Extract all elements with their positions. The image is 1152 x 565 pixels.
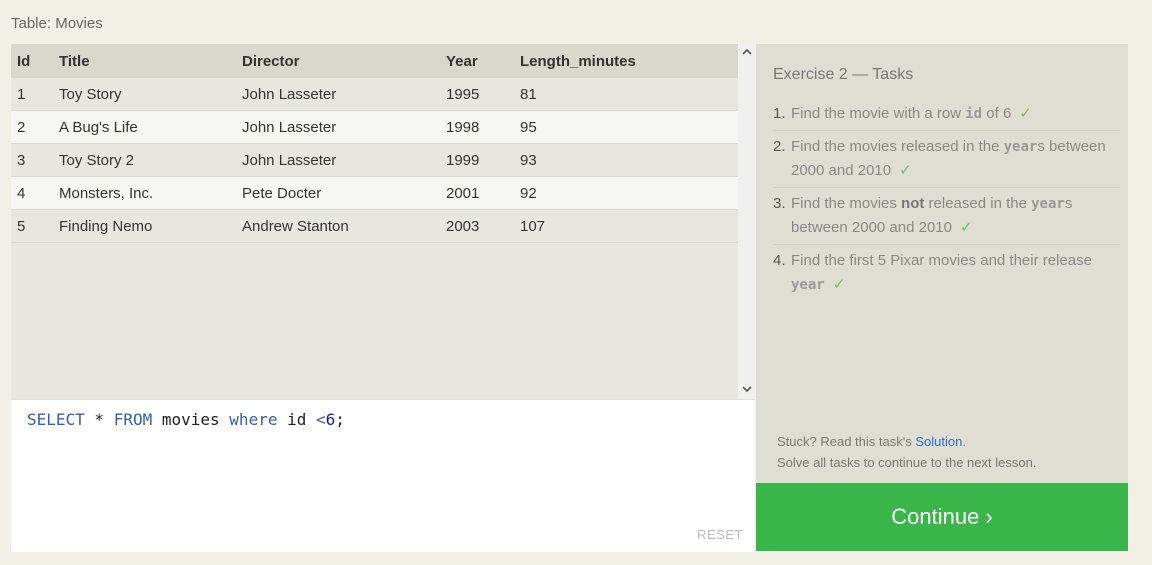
query-star: * [84, 410, 114, 429]
help-text: Stuck? Read this task's Solution. Solve … [777, 431, 1036, 473]
cell-director: Pete Docter [242, 176, 446, 210]
cell-id: 3 [11, 143, 59, 177]
keyword-from: FROM [113, 410, 153, 429]
cell-title: Toy Story 2 [59, 143, 242, 177]
task-list: 1. Find the movie with a row id of 6 ✓ 2.… [773, 98, 1120, 301]
cell-id: 5 [11, 209, 59, 243]
task-text: Find the first 5 Pixar movies and their … [791, 252, 1092, 269]
stuck-end: . [962, 434, 966, 449]
table-row: 2 A Bug's Life John Lasseter 1998 95 [11, 110, 738, 144]
column-header-title: Title [59, 44, 242, 78]
check-icon: ✓ [832, 276, 846, 293]
table-row: 3 Toy Story 2 John Lasseter 1999 93 [11, 143, 738, 177]
table-header-row: Id Title Director Year Length_minutes [11, 44, 738, 78]
check-icon: ✓ [899, 162, 912, 179]
cell-title: Monsters, Inc. [59, 176, 242, 210]
check-icon: ✓ [959, 219, 973, 236]
scroll-down-icon[interactable] [738, 382, 755, 399]
task-text: Find the movies [791, 195, 902, 212]
task-bold-word: not [901, 195, 925, 212]
results-table: Id Title Director Year Length_minutes 1 … [11, 44, 738, 243]
keyword-where: where [229, 410, 278, 429]
task-number: 1. [773, 105, 786, 122]
task-code-word: year [1031, 196, 1065, 212]
sql-query-text[interactable]: SELECT * FROM movies where id <6; [27, 410, 345, 429]
tasks-panel: Exercise 2 — Tasks 1. Find the movie wit… [756, 44, 1128, 483]
query-number: 6 [325, 410, 336, 429]
task-number: 2. [773, 138, 786, 155]
column-header-director: Director [242, 44, 446, 78]
cell-year: 2003 [446, 209, 520, 243]
task-text: Find the movie with a row [791, 105, 966, 122]
solution-link[interactable]: Solution [915, 434, 962, 449]
cell-year: 1998 [446, 110, 520, 144]
query-operator: < [316, 410, 326, 429]
task-item: 4. Find the first 5 Pixar movies and the… [773, 245, 1120, 301]
cell-id: 4 [11, 176, 59, 210]
cell-year: 2001 [446, 176, 520, 210]
tasks-title: Exercise 2 — Tasks [773, 66, 914, 83]
task-code-word: year [791, 277, 825, 293]
task-code-word: year [1003, 139, 1038, 155]
column-header-id: Id [11, 44, 59, 78]
query-end: ; [335, 410, 345, 429]
task-number: 3. [773, 195, 786, 212]
task-number: 4. [773, 252, 786, 269]
scroll-up-icon[interactable] [738, 44, 755, 61]
task-code-word: id [965, 106, 983, 122]
keyword-select: SELECT [27, 410, 85, 429]
table-row: 4 Monsters, Inc. Pete Docter 2001 92 [11, 176, 738, 210]
cell-year: 1995 [446, 78, 520, 111]
table-row: 1 Toy Story John Lasseter 1995 81 [11, 78, 738, 111]
cell-director: John Lasseter [242, 78, 446, 111]
cell-title: Finding Nemo [59, 209, 242, 243]
cell-director: John Lasseter [242, 110, 446, 144]
cell-id: 1 [11, 78, 59, 111]
column-header-year: Year [446, 44, 520, 78]
cell-year: 1999 [446, 143, 520, 177]
query-column: id [277, 410, 316, 429]
task-item: 1. Find the movie with a row id of 6 ✓ [773, 98, 1120, 131]
task-text-after: of 6 [982, 105, 1012, 122]
task-text-mid: released in the [924, 195, 1032, 212]
table-row: 5 Finding Nemo Andrew Stanton 2003 107 [11, 209, 738, 243]
task-item: 2. Find the movies released in the years… [773, 131, 1120, 188]
solve-all-text: Solve all tasks to continue to the next … [777, 455, 1037, 470]
column-header-length: Length_minutes [520, 44, 738, 78]
results-table-panel: Id Title Director Year Length_minutes 1 … [11, 44, 755, 399]
sql-editor[interactable]: SELECT * FROM movies where id <6; RESET [11, 399, 755, 552]
cell-director: Andrew Stanton [242, 209, 446, 243]
cell-title: Toy Story [59, 78, 242, 111]
table-caption: Table: Movies [11, 15, 103, 32]
cell-id: 2 [11, 110, 59, 144]
reset-button[interactable]: RESET [697, 527, 743, 542]
cell-length: 107 [520, 209, 738, 243]
task-item: 3. Find the movies not released in the y… [773, 188, 1120, 245]
results-scrollbar[interactable] [738, 44, 755, 399]
task-text: Find the movies released in the [791, 138, 1004, 155]
stuck-text: Stuck? Read this task's [777, 434, 916, 449]
cell-length: 93 [520, 143, 738, 177]
cell-director: John Lasseter [242, 143, 446, 177]
cell-length: 95 [520, 110, 738, 144]
continue-button[interactable]: Continue › [756, 483, 1128, 551]
cell-length: 81 [520, 78, 738, 111]
cell-title: A Bug's Life [59, 110, 242, 144]
cell-length: 92 [520, 176, 738, 210]
check-icon: ✓ [1019, 105, 1032, 122]
query-table: movies [152, 410, 230, 429]
